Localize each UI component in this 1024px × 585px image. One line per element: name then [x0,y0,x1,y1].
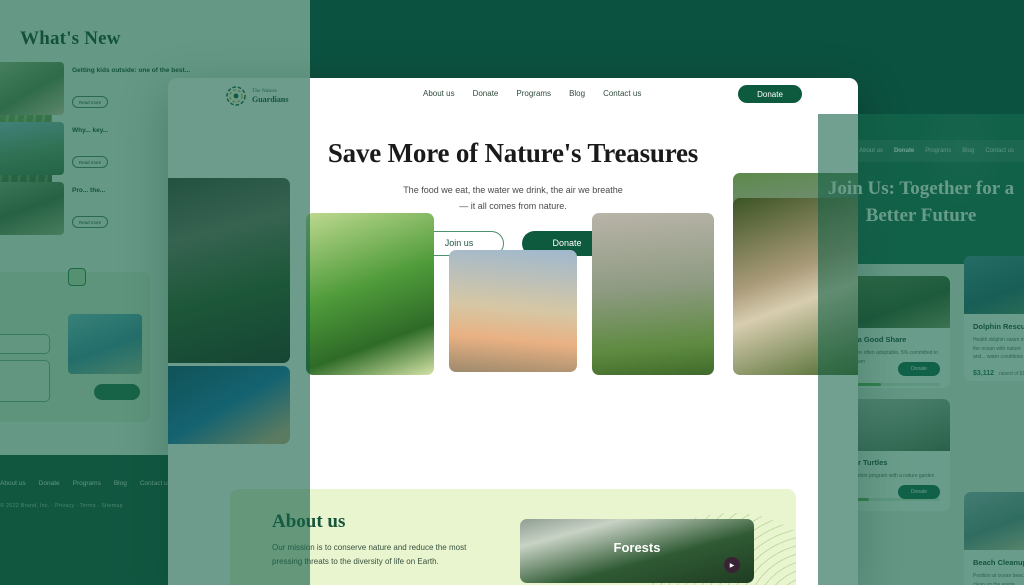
about-heading: About us [272,511,346,532]
newsletter-message-field[interactable] [0,360,50,402]
right-hero-heading: Join Us: Together for a Better Future [827,178,1015,226]
main-navbar: The Nature Guardians About us Donate Pro… [168,78,858,116]
donate-button[interactable]: Donate [898,485,940,499]
article-title: Getting kids outside: one of the best... [72,67,191,74]
footer-link-about-us[interactable]: About us [0,480,26,487]
campaign-desc: Position at ocean beach clean up the was… [973,573,1024,585]
nav-link-donate[interactable]: Donate [473,89,499,98]
donate-button[interactable]: Donate [898,362,940,376]
campaign-image [964,492,1024,550]
hero-subtitle-line-2: — it all comes from nature. [459,200,567,211]
hands-planting-seedling-image [168,178,290,363]
campaign-desc: Health dolphin swum in the ocean with na… [973,337,1024,360]
nav-link-about-us[interactable]: About us [859,148,883,154]
video-caption: Forests [613,540,661,555]
wind-turbines-sunset-image [449,250,577,372]
nav-link-donate[interactable]: Donate [894,148,914,154]
badge-icon [68,268,86,286]
footer-copyright: © 2022 Brand, Inc. · Privacy · Terms · S… [0,503,123,509]
nav-links: About us Donate Programs Blog Contact us [423,89,641,98]
hand-on-blue-background-image [168,366,290,444]
article-thumbnail [0,182,64,235]
campaign-title: Dolphin Rescue [973,322,1024,331]
footer-link-contact-us[interactable]: Contact us [140,480,171,487]
whats-new-heading: What's New [20,28,121,49]
read-more-button[interactable]: Read more [72,216,108,228]
volunteers-image [68,314,142,374]
campaign-card[interactable]: Dolphin Rescue Health dolphin swum in th… [964,256,1024,381]
campaign-amount: $3,112 raised of $10,000 [973,370,1024,377]
campaign-amount-note: raised of $10,000 [998,370,1024,377]
article-thumbnail [0,62,64,115]
newsletter-submit-button[interactable] [94,384,140,400]
read-more-button[interactable]: Read more [72,156,108,168]
footer-links: About us Donate Programs Blog Contact us [0,480,171,487]
circular-leaf-logo-icon [226,86,246,106]
about-section: About us Our mission is to conserve natu… [230,489,796,585]
nav-link-contact-us[interactable]: Contact us [603,89,641,98]
logo[interactable]: The Nature Guardians [226,86,288,106]
campaign-amount-value: $3,112 [973,369,995,377]
article-thumbnail [0,122,64,175]
campaign-image [964,256,1024,314]
play-icon[interactable]: ▶ [724,557,740,573]
nav-donate-button[interactable]: Donate [738,85,802,103]
right-nav: About us Donate Programs Blog Contact us [818,140,1024,162]
about-text: Our mission is to conserve nature and re… [272,543,467,566]
read-more-button[interactable]: Read more [72,96,108,108]
foreground-website-card: The Nature Guardians About us Donate Pro… [168,78,858,585]
person-sitting-in-birch-forest-image [592,213,714,375]
footer-link-blog[interactable]: Blog [114,480,127,487]
newsletter-input-field[interactable] [0,334,50,354]
campaign-title: Beach Cleanup [973,558,1024,567]
nav-link-blog[interactable]: Blog [962,148,974,154]
campaign-card[interactable]: Beach Cleanup Position at ocean beach cl… [964,492,1024,585]
nav-link-programs[interactable]: Programs [925,148,951,154]
nav-link-contact-us[interactable]: Contact us [985,148,1014,154]
nav-link-blog[interactable]: Blog [569,89,585,98]
footer-link-programs[interactable]: Programs [73,480,101,487]
screenshot-stage: What's New ...arth? Read more Getting ki… [0,0,1024,585]
forests-video-card[interactable]: Forests ▶ [520,519,754,583]
logo-line-2: Guardians [252,94,289,104]
green-leaf-closeup-image [306,213,434,375]
page-title: Save More of Nature's Treasures [327,138,699,168]
hero-subtitle-line-1: The food we eat, the water we drink, the… [403,185,623,195]
nav-link-about-us[interactable]: About us [423,89,455,98]
footer-link-donate[interactable]: Donate [39,480,60,487]
newsletter-section: ...cted ...s to protect our green forest… [0,268,150,422]
nav-link-programs[interactable]: Programs [516,89,551,98]
